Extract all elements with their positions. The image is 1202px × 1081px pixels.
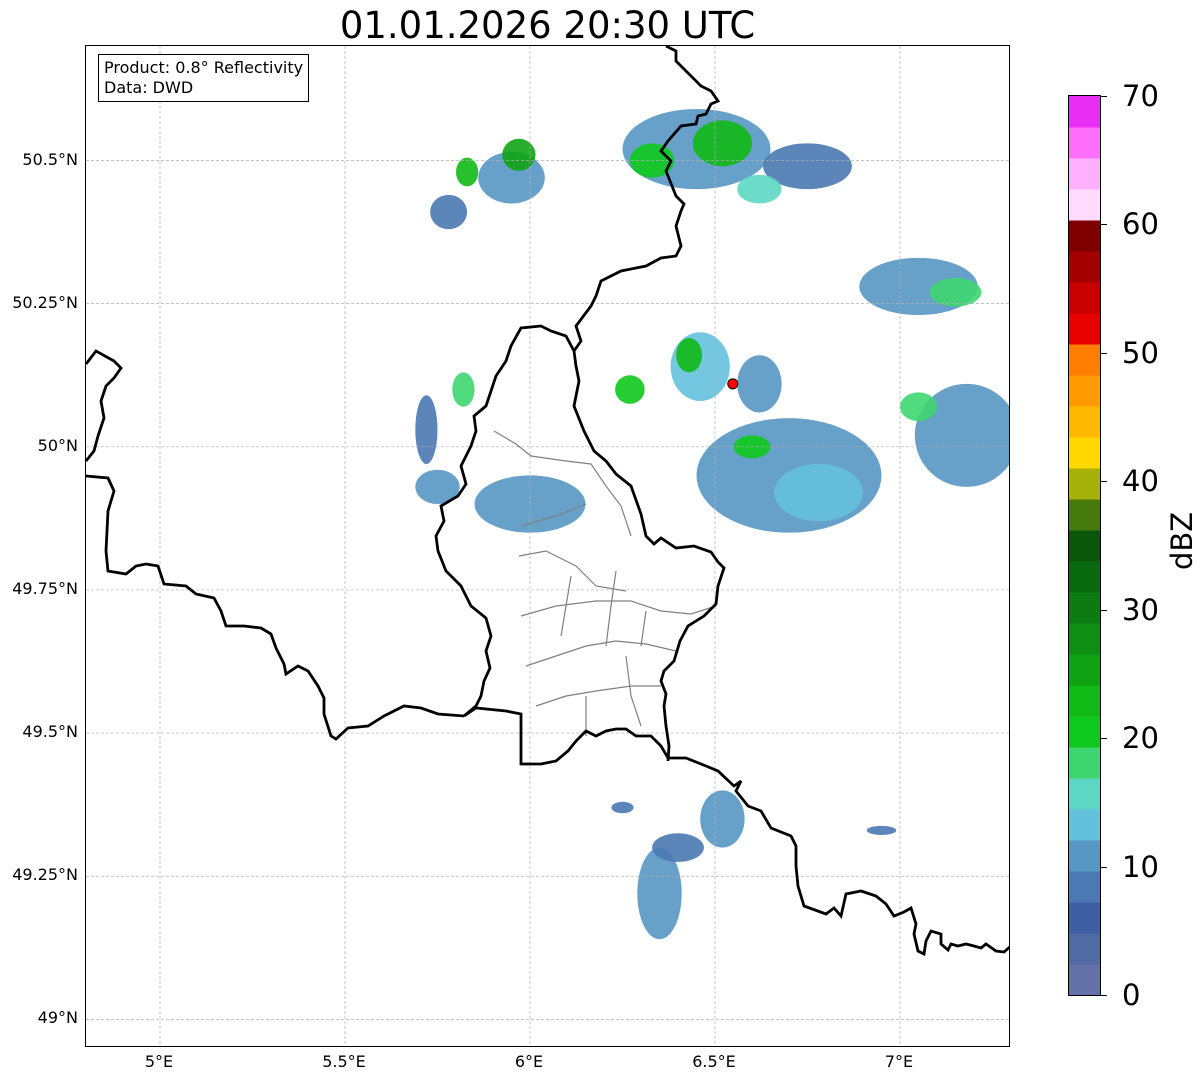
colorbar-tick-label: 70 bbox=[1122, 79, 1159, 113]
colorbar-segment-11 bbox=[1069, 623, 1100, 655]
radar-map bbox=[86, 46, 1009, 1046]
colorbar-tick-mark bbox=[1101, 481, 1107, 483]
colorbar-tick-label: 20 bbox=[1122, 721, 1159, 756]
lon-tick-label: 5.5°E bbox=[322, 1052, 366, 1071]
lat-tick-label: 50.25°N bbox=[12, 292, 78, 312]
colorbar-segment-10 bbox=[1069, 654, 1100, 686]
colorbar-segment-28 bbox=[1069, 96, 1100, 128]
colorbar-tick-label: 50 bbox=[1122, 335, 1159, 370]
lat-tick-label: 49.25°N bbox=[12, 865, 78, 885]
country-border-be-de bbox=[572, 46, 721, 352]
precip-cell-27 bbox=[866, 825, 897, 836]
country-border-be-fr bbox=[86, 474, 465, 741]
colorbar-segment-17 bbox=[1069, 437, 1100, 469]
lat-tick-label: 50°N bbox=[37, 435, 78, 455]
colorbar-tick-label: 40 bbox=[1122, 464, 1159, 499]
colorbar-segment-16 bbox=[1069, 468, 1100, 500]
precip-cell-26 bbox=[652, 833, 704, 862]
precip-cell-5 bbox=[692, 120, 753, 167]
lon-tick-label: 5°E bbox=[144, 1052, 174, 1071]
precip-cell-24 bbox=[700, 790, 745, 848]
precip-cell-2 bbox=[456, 157, 479, 187]
colorbar-tick-mark bbox=[1101, 738, 1107, 740]
colorbar-tick-mark bbox=[1101, 224, 1107, 226]
product-info-box: Product: 0.8° Reflectivity Data: DWD bbox=[98, 54, 310, 102]
lon-tick-label: 7°E bbox=[884, 1052, 914, 1071]
colorbar-segment-19 bbox=[1069, 375, 1100, 407]
precip-cell-19 bbox=[615, 375, 645, 404]
precip-cell-13 bbox=[737, 355, 782, 413]
colorbar-label: dBZ bbox=[1165, 511, 1199, 570]
precip-cell-1 bbox=[502, 138, 536, 171]
colorbar-segment-20 bbox=[1069, 344, 1100, 376]
radar-site-marker bbox=[727, 378, 739, 390]
precip-cell-21 bbox=[415, 395, 438, 464]
lon-tick-label: 6.5°E bbox=[692, 1052, 736, 1071]
colorbar-tick-mark bbox=[1101, 866, 1107, 868]
colorbar-segment-1 bbox=[1069, 933, 1100, 965]
colorbar-segment-23 bbox=[1069, 251, 1100, 283]
gridlines bbox=[86, 46, 1009, 1046]
colorbar-segment-24 bbox=[1069, 220, 1100, 252]
colorbar-tick-mark bbox=[1101, 96, 1107, 97]
colorbar-segment-8 bbox=[1069, 716, 1100, 748]
colorbar-tick-label: 60 bbox=[1122, 207, 1159, 242]
colorbar-segment-0 bbox=[1069, 964, 1100, 995]
precip-cell-15 bbox=[774, 463, 863, 522]
colorbar-segment-14 bbox=[1069, 530, 1100, 562]
colorbar-segment-2 bbox=[1069, 902, 1100, 934]
colorbar-tick-label: 30 bbox=[1122, 592, 1159, 627]
colorbar-segment-5 bbox=[1069, 809, 1100, 841]
precip-cell-12 bbox=[676, 338, 703, 373]
colorbar-segment-6 bbox=[1069, 778, 1100, 810]
colorbar-segment-18 bbox=[1069, 406, 1100, 438]
colorbar-segment-13 bbox=[1069, 561, 1100, 593]
colorbar-segment-15 bbox=[1069, 499, 1100, 531]
lat-tick-label: 50.5°N bbox=[22, 149, 78, 169]
colorbar-segment-22 bbox=[1069, 282, 1100, 314]
map-title: 01.01.2026 20:30 UTC bbox=[339, 4, 756, 47]
colorbar-segment-26 bbox=[1069, 158, 1100, 190]
precip-cell-22 bbox=[474, 475, 586, 533]
precip-cell-28 bbox=[611, 801, 634, 814]
lat-tick-label: 49.75°N bbox=[12, 578, 78, 598]
colorbar-segment-4 bbox=[1069, 840, 1100, 872]
colorbar-segment-12 bbox=[1069, 592, 1100, 624]
colorbar-tick-label: 0 bbox=[1122, 978, 1141, 1012]
colorbar-segment-3 bbox=[1069, 871, 1100, 903]
precip-cell-18 bbox=[900, 392, 937, 422]
data-source-label: Data: DWD bbox=[104, 78, 194, 97]
colorbar-segment-25 bbox=[1069, 189, 1100, 221]
colorbar-segment-21 bbox=[1069, 313, 1100, 345]
colorbar-tick-mark bbox=[1101, 352, 1107, 354]
colorbar-segment-7 bbox=[1069, 747, 1100, 779]
precip-cell-20 bbox=[452, 372, 475, 407]
dbz-colorbar bbox=[1068, 95, 1101, 996]
precip-cell-3 bbox=[430, 194, 468, 230]
colorbar-segment-9 bbox=[1069, 685, 1100, 717]
product-label: Product: 0.8° Reflectivity bbox=[104, 58, 304, 77]
lon-tick-label: 6°E bbox=[514, 1052, 544, 1071]
precipitation-layer bbox=[415, 108, 1009, 940]
precip-cell-8 bbox=[737, 174, 782, 204]
colorbar-tick-mark bbox=[1101, 609, 1107, 611]
lat-tick-label: 49°N bbox=[37, 1008, 78, 1028]
precip-cell-10 bbox=[929, 277, 982, 307]
country-border-nl bbox=[86, 349, 123, 462]
colorbar-segment-27 bbox=[1069, 127, 1100, 159]
lat-tick-label: 49.5°N bbox=[22, 722, 78, 742]
colorbar-tick-mark bbox=[1101, 995, 1107, 996]
map-panel[interactable]: Product: 0.8° Reflectivity Data: DWD bbox=[85, 45, 1010, 1047]
colorbar-tick-label: 10 bbox=[1122, 849, 1159, 884]
